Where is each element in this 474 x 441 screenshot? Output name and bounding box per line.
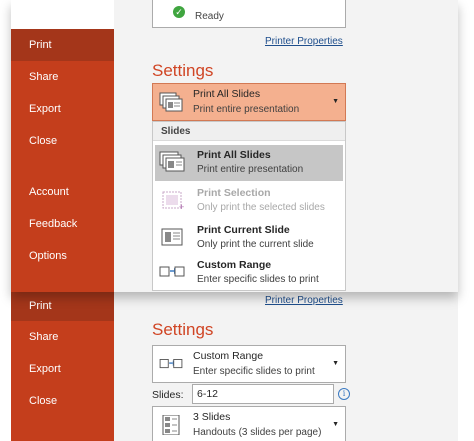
print-pane: Printer Properties Settings Custom Range…: [114, 292, 458, 441]
dropdown-subtitle: Handouts (3 slides per page): [193, 427, 322, 438]
dropdown-title: Custom Range: [193, 350, 264, 362]
nav-print[interactable]: Print: [11, 29, 114, 61]
menu-item-print-current-slide[interactable]: Print Current Slide Only print the curre…: [155, 220, 343, 256]
print-current-slide-icon: [161, 228, 183, 246]
print-all-slides-icon: [159, 151, 185, 172]
slides-range-menu: Slides Print All Slides Print entire pre…: [152, 121, 346, 291]
chevron-down-icon: ▼: [332, 360, 339, 367]
print-all-slides-icon: [159, 92, 183, 112]
menu-item-subtitle: Print entire presentation: [197, 164, 304, 175]
custom-range-icon: [159, 359, 183, 369]
slides-range-dropdown[interactable]: Print All Slides Print entire presentati…: [152, 83, 346, 121]
backstage-sidebar: Print Share Export Close Account Feedbac…: [11, 29, 114, 292]
dropdown-title: 3 Slides: [193, 411, 231, 423]
menu-item-subtitle: Only print the current slide: [197, 239, 314, 250]
dropdown-subtitle: Enter specific slides to print: [193, 366, 315, 377]
print-backstage-bottom: Print Share Export Close Printer Propert…: [11, 292, 458, 441]
nav-share[interactable]: Share: [11, 61, 114, 93]
custom-range-icon: [159, 266, 185, 277]
menu-item-subtitle: Enter specific slides to print: [197, 274, 319, 285]
nav-close[interactable]: Close: [11, 385, 114, 417]
nav-account[interactable]: Account: [11, 176, 114, 208]
nav-share[interactable]: Share: [11, 321, 114, 353]
slides-range-input[interactable]: [192, 384, 334, 404]
printer-properties-link[interactable]: Printer Properties: [265, 36, 343, 47]
printer-ready-icon: ✓: [173, 6, 185, 18]
dropdown-title: Print All Slides: [193, 88, 261, 100]
print-selection-icon: +: [162, 191, 184, 211]
nav-export[interactable]: Export: [11, 353, 114, 385]
info-icon[interactable]: i: [338, 388, 350, 400]
slides-label: Slides:: [152, 389, 184, 401]
chevron-down-icon: ▼: [332, 421, 339, 428]
chevron-down-icon: ▼: [332, 98, 339, 105]
menu-item-custom-range[interactable]: Custom Range Enter specific slides to pr…: [155, 255, 343, 291]
svg-text:+: +: [179, 202, 184, 211]
print-pane: ✓ Ready Printer Properties Settings Prin…: [114, 0, 458, 292]
menu-item-title: Print Current Slide: [197, 224, 290, 236]
printer-properties-link[interactable]: Printer Properties: [265, 295, 343, 306]
handouts-layout-icon: [162, 415, 180, 435]
menu-item-print-all-slides[interactable]: Print All Slides Print entire presentati…: [155, 145, 343, 181]
print-backstage-top: Print Share Export Close Account Feedbac…: [11, 0, 458, 292]
nav-feedback[interactable]: Feedback: [11, 208, 114, 240]
menu-item-subtitle: Only print the selected slides: [197, 202, 325, 213]
nav-options[interactable]: Options: [11, 240, 114, 272]
menu-header-slides: Slides: [153, 122, 345, 141]
backstage-sidebar: Print Share Export Close: [11, 292, 114, 441]
dropdown-subtitle: Print entire presentation: [193, 104, 300, 115]
menu-item-print-selection[interactable]: + Print Selection Only print the selecte…: [155, 183, 343, 219]
printer-dropdown[interactable]: ✓ Ready: [152, 0, 346, 28]
menu-item-title: Custom Range: [197, 259, 272, 271]
slides-range-dropdown[interactable]: Custom Range Enter specific slides to pr…: [152, 345, 346, 383]
nav-close[interactable]: Close: [11, 125, 114, 157]
settings-heading: Settings: [152, 61, 214, 80]
nav-print[interactable]: Print: [11, 292, 114, 321]
printer-status: Ready: [195, 11, 224, 22]
menu-item-title: Print All Slides: [197, 149, 271, 161]
layout-dropdown[interactable]: 3 Slides Handouts (3 slides per page) ▼: [152, 406, 346, 441]
menu-item-title: Print Selection: [197, 187, 271, 199]
settings-heading: Settings: [152, 320, 214, 339]
nav-export[interactable]: Export: [11, 93, 114, 125]
